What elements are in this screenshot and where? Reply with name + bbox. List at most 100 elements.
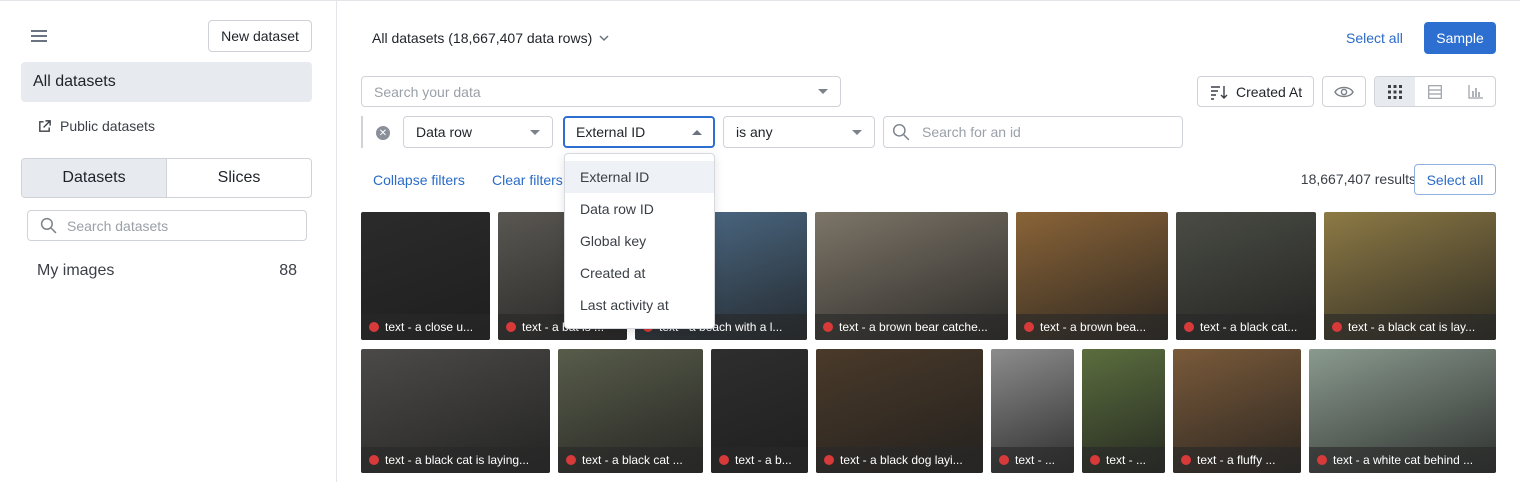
image-tile[interactable]: text - a b... [711,349,808,473]
caret-down-icon [818,89,828,94]
dropdown-option[interactable]: Global key [565,225,714,257]
status-dot [506,322,516,332]
chart-view-button[interactable] [1455,77,1495,106]
search-data-placeholder: Search your data [374,83,481,100]
grid-icon [1388,84,1402,99]
status-dot [369,455,379,465]
filter-field-select[interactable]: Data row [403,116,553,148]
chevron-down-icon [599,35,609,42]
select-all-button[interactable]: Select all [1414,164,1496,195]
tile-caption: text - a white cat behind ... [1309,447,1496,473]
new-dataset-button[interactable]: New dataset [208,20,312,52]
page-title: All datasets (18,667,407 data rows) [372,30,593,46]
main-panel: All datasets (18,667,407 data rows) Sele… [338,1,1520,482]
image-tile[interactable]: text - a brown bear catche... [815,212,1008,340]
sort-button[interactable]: Created At [1197,76,1314,107]
tile-caption: text - a brown bear catche... [815,314,1008,340]
grid-view-button[interactable] [1375,77,1415,106]
list-view-button[interactable] [1415,77,1455,106]
caret-down-icon [530,129,540,135]
filter-operator-select[interactable]: is any [723,116,875,148]
eye-icon [1334,86,1354,97]
image-tile[interactable]: text - a close u... [361,212,490,340]
search-data-input[interactable]: Search your data [361,76,841,107]
status-dot [824,455,834,465]
status-dot [1181,455,1191,465]
status-dot [1184,322,1194,332]
id-search-placeholder: Search for an id [922,124,1021,140]
attribute-dropdown-menu: External ID Data row ID Global key Creat… [564,153,715,329]
filter-attribute-select[interactable]: External ID [563,116,715,148]
image-tile[interactable]: text - a black cat ... [558,349,703,473]
filter-indicator [361,116,363,148]
image-tile[interactable]: text - a black cat is laying... [361,349,550,473]
image-tile[interactable]: text - a brown bea... [1016,212,1168,340]
dropdown-option[interactable]: Data row ID [565,193,714,225]
tab-slices[interactable]: Slices [167,159,311,197]
sort-icon [1211,85,1228,100]
tile-caption: text - a black cat is laying... [361,447,550,473]
tile-caption: text - ... [991,447,1074,473]
dropdown-option[interactable]: Created at [565,257,714,289]
status-dot [566,455,576,465]
dropdown-option[interactable]: Last activity at [565,289,714,321]
caret-down-icon [852,129,862,135]
filter-field-value: Data row [416,124,473,140]
id-search-input[interactable]: Search for an id [883,116,1183,148]
tab-datasets[interactable]: Datasets [22,159,167,197]
image-tile[interactable]: text - a black cat is lay... [1324,212,1496,340]
status-dot [1332,322,1342,332]
tile-caption: text - a black cat ... [558,447,703,473]
search-icon [892,123,910,141]
tile-caption: text - a black dog layi... [816,447,983,473]
tile-caption: text - a b... [711,447,808,473]
tile-caption: text - a fluffy ... [1173,447,1301,473]
status-dot [999,455,1009,465]
image-tile[interactable]: text - a black cat... [1176,212,1316,340]
image-tile[interactable]: text - a white cat behind ... [1309,349,1496,473]
results-count: 18,667,407 results [1300,171,1416,187]
collapse-filters-link[interactable]: Collapse filters [373,172,465,188]
image-tile[interactable]: text - a fluffy ... [1173,349,1301,473]
tile-caption: text - a black cat... [1176,314,1316,340]
status-dot [1024,322,1034,332]
sort-label: Created At [1236,83,1303,100]
search-datasets-input[interactable]: Search datasets [27,210,307,241]
clear-filters-link[interactable]: Clear filters [492,172,563,188]
status-dot [823,322,833,332]
sidebar-item-all-datasets[interactable]: All datasets [21,62,312,102]
header-select-all-link[interactable]: Select all [1346,30,1403,46]
tile-caption: text - a close u... [361,314,490,340]
tile-caption: text - ... [1082,447,1165,473]
sidebar-item-public-datasets[interactable]: Public datasets [37,115,155,137]
tile-caption: text - a brown bea... [1016,314,1168,340]
filter-attribute-value: External ID [576,124,646,140]
dataset-count: 88 [279,262,297,279]
image-tile[interactable]: text - a black dog layi... [816,349,983,473]
menu-icon[interactable] [31,26,53,46]
filter-operator-value: is any [736,124,773,140]
public-datasets-label: Public datasets [60,118,155,134]
bar-chart-icon [1467,84,1483,99]
search-datasets-placeholder: Search datasets [67,217,169,234]
app-frame: New dataset All datasets Public datasets… [0,0,1520,482]
status-dot [369,322,379,332]
search-icon [40,217,57,234]
caret-up-icon [692,129,702,135]
external-link-icon [39,119,51,132]
image-tile[interactable]: text - ... [991,349,1074,473]
sidebar-tabs: Datasets Slices [21,158,312,198]
status-dot [1090,455,1100,465]
tile-caption: text - a black cat is lay... [1324,314,1496,340]
sample-button[interactable]: Sample [1424,22,1496,54]
status-dot [1317,455,1327,465]
remove-filter-icon[interactable]: ✕ [376,126,390,140]
sidebar: New dataset All datasets Public datasets… [0,1,337,482]
view-toggle [1374,76,1496,107]
list-icon [1428,84,1442,99]
dataset-item-my-images[interactable]: My images 88 [37,260,297,282]
image-tile[interactable]: text - ... [1082,349,1165,473]
dataset-selector[interactable]: All datasets (18,667,407 data rows) [372,27,610,49]
visibility-button[interactable] [1322,76,1366,107]
dropdown-option[interactable]: External ID [565,161,714,193]
